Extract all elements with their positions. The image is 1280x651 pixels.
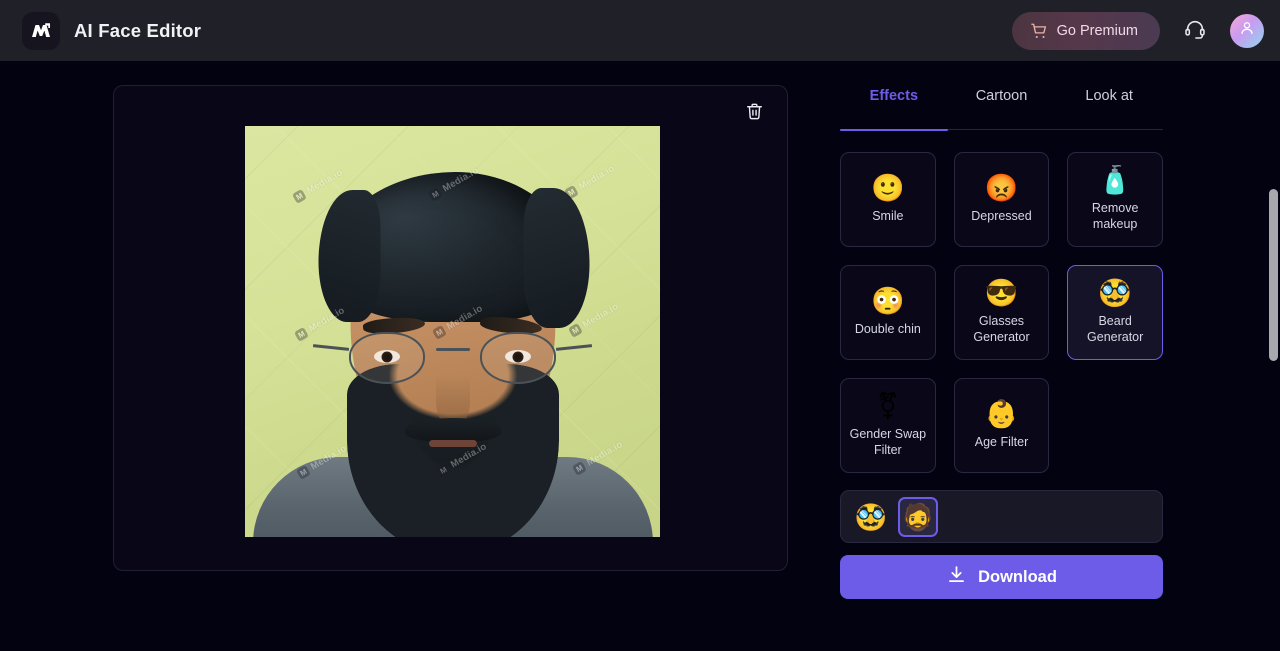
effect-label: Double chin	[854, 321, 921, 336]
effect-card-smile[interactable]: 🙂 Smile	[840, 152, 936, 247]
smile-face-icon: 🙂	[871, 172, 905, 203]
glasses-bridge	[435, 348, 470, 351]
scrollbar-thumb[interactable]	[1269, 189, 1278, 361]
effect-card-beard-generator[interactable]: 🥸 Beard Generator	[1067, 265, 1163, 360]
go-premium-label: Go Premium	[1056, 22, 1138, 39]
effect-label: Beard Generator	[1087, 314, 1144, 344]
photo-background: M Media.io M Media.io M Media.io M Media…	[245, 126, 660, 537]
lotion-bottle-icon: 🧴	[1098, 165, 1132, 196]
subject-eye-left	[374, 350, 400, 363]
effects-grid: 🙂 Smile 😡 Depressed 🧴 Remove makeup 😳 Do…	[840, 152, 1163, 473]
go-premium-button[interactable]: Go Premium	[1011, 11, 1160, 50]
subject-glasses	[245, 324, 660, 386]
header-actions: Go Premium	[1011, 11, 1264, 50]
app-logo-icon	[22, 11, 60, 50]
effect-label: Glasses Generator	[973, 314, 1030, 344]
effect-card-remove-makeup[interactable]: 🧴 Remove makeup	[1067, 152, 1163, 247]
effect-card-double-chin[interactable]: 😳 Double chin	[840, 265, 936, 360]
tab-effects[interactable]: Effects	[840, 85, 948, 131]
subject-mustache	[404, 418, 501, 442]
variant-thumbnail-strip: 🥸 🧔	[840, 490, 1163, 543]
variant-thumbnail-beard[interactable]: 🧔	[898, 496, 938, 537]
sunglasses-face-icon: 😎	[984, 278, 1019, 309]
download-label: Download	[978, 567, 1057, 586]
effect-label: Age Filter	[974, 434, 1029, 449]
cart-icon	[1030, 22, 1048, 40]
pupil-right	[512, 351, 524, 362]
effect-label: Depressed	[971, 208, 1032, 223]
pupil-left	[381, 351, 393, 362]
effect-label: Remove makeup	[1091, 201, 1139, 231]
user-avatar-icon	[1238, 19, 1256, 42]
disguised-face-icon: 🥸	[1098, 278, 1132, 309]
subject-hair	[318, 172, 589, 328]
app-header: AI Face Editor Go Premium	[0, 0, 1280, 61]
tab-look-at[interactable]: Look at	[1055, 85, 1163, 130]
tab-cartoon-label: Cartoon	[975, 88, 1028, 104]
subject-eye-right	[505, 350, 531, 363]
tab-effects-label: Effects	[869, 88, 919, 104]
flushed-face-icon: 😳	[871, 285, 905, 316]
brand: AI Face Editor	[22, 11, 202, 50]
effect-label: Smile	[872, 208, 904, 223]
image-canvas-panel: M Media.io M Media.io M Media.io M Media…	[113, 85, 788, 571]
tab-look-at-label: Look at	[1085, 88, 1133, 104]
delete-image-button[interactable]	[740, 99, 768, 127]
tab-bar: Effects Cartoon Look at	[840, 85, 1163, 131]
gender-swap-icon: ⚧	[876, 391, 900, 422]
avatar[interactable]	[1230, 13, 1264, 48]
download-button[interactable]: Download	[840, 555, 1163, 599]
effect-card-glasses-generator[interactable]: 😎 Glasses Generator	[953, 265, 1050, 360]
effect-card-gender-swap-filter[interactable]: ⚧ Gender Swap Filter	[840, 378, 936, 473]
effects-sidebar: Effects Cartoon Look at 🙂 Smile 😡 Depres…	[840, 85, 1163, 599]
main-stage: M Media.io M Media.io M Media.io M Media…	[0, 61, 1280, 599]
trash-icon	[745, 102, 764, 124]
glasses-temple-left	[312, 344, 350, 351]
download-icon	[946, 564, 967, 590]
photo-subject	[245, 126, 660, 537]
effect-label: Gender Swap Filter	[849, 427, 927, 457]
headset-icon	[1184, 18, 1206, 43]
edited-photo: M Media.io M Media.io M Media.io M Media…	[245, 126, 660, 537]
app-title: AI Face Editor	[74, 19, 202, 41]
support-button[interactable]	[1178, 14, 1212, 48]
tab-cartoon[interactable]: Cartoon	[948, 85, 1056, 130]
baby-face-icon: 👶	[984, 398, 1019, 429]
angry-face-icon: 😡	[984, 172, 1019, 203]
effect-card-depressed[interactable]: 😡 Depressed	[953, 152, 1050, 247]
subject-mouth	[428, 440, 477, 447]
glasses-temple-right	[555, 344, 593, 351]
page-scrollbar[interactable]	[1265, 122, 1280, 651]
effect-card-age-filter[interactable]: 👶 Age Filter	[953, 378, 1050, 473]
variant-thumbnail-mustache[interactable]: 🥸	[851, 497, 891, 537]
